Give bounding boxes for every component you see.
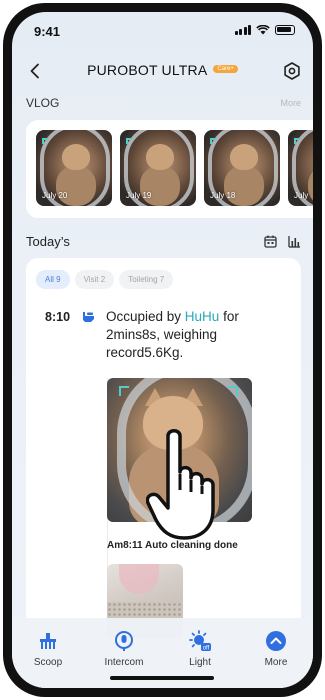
- status-time: 9:41: [34, 24, 61, 39]
- vlog-date: July: [294, 191, 309, 200]
- header: PUROBOT ULTRA Care+: [12, 58, 313, 86]
- vlog-thumbnail[interactable]: July 18: [204, 130, 280, 206]
- filter-chip-all[interactable]: All 9: [36, 270, 70, 289]
- title-wrap: PUROBOT ULTRA Care+: [12, 62, 313, 80]
- page-title: PUROBOT ULTRA: [87, 62, 208, 78]
- calendar-button[interactable]: [264, 235, 277, 248]
- today-card: All 9 Visit 2 Toileting 7 8:10 Occupied …: [26, 258, 301, 638]
- vlog-card: July 20 July 19 July 18 July: [26, 120, 313, 218]
- vlog-thumbnail[interactable]: July 19: [120, 130, 196, 206]
- care-plus-badge: Care+: [213, 64, 238, 73]
- bar-chart-icon: [288, 236, 300, 248]
- vlog-track[interactable]: July 20 July 19 July 18 July: [36, 130, 313, 206]
- vlog-date: July 20: [42, 191, 68, 200]
- vlog-label: VLOG: [26, 96, 60, 110]
- gear-icon: [284, 62, 300, 80]
- svg-text:off: off: [203, 646, 210, 652]
- filter-chip-visit[interactable]: Visit 2: [74, 270, 115, 289]
- microphone-icon: [115, 631, 133, 651]
- occupied-icon: [83, 312, 94, 322]
- nav-more[interactable]: More: [246, 630, 306, 668]
- light-off-icon: off: [189, 630, 211, 652]
- vlog-date: July 18: [210, 191, 236, 200]
- tap-hand-icon: [146, 429, 215, 540]
- event-description: Occupied by HuHu for 2mins8s, weighing r…: [106, 309, 239, 360]
- filter-chips: All 9 Visit 2 Toileting 7: [36, 270, 174, 289]
- home-indicator: [110, 676, 214, 680]
- vlog-more-link[interactable]: More: [280, 98, 301, 108]
- nav-intercom[interactable]: Intercom: [94, 630, 154, 668]
- vlog-thumbnail[interactable]: July 20: [36, 130, 112, 206]
- nav-label: Intercom: [104, 657, 144, 668]
- event-time: 8:10: [45, 310, 71, 324]
- status-icons: [234, 25, 295, 35]
- status-bar: 9:41: [12, 12, 313, 48]
- vlog-date: July 19: [126, 191, 152, 200]
- scoop-icon: [40, 633, 56, 649]
- nav-label: Light: [189, 657, 211, 668]
- statistics-button[interactable]: [288, 235, 301, 248]
- chevron-up-icon: [266, 631, 286, 651]
- today-label: Today’s: [26, 234, 70, 249]
- auto-clean-event: Am8:11 Auto cleaning done: [107, 540, 238, 551]
- nav-label: Scoop: [33, 657, 63, 668]
- calendar-icon: [264, 235, 277, 248]
- nav-light[interactable]: off Light: [170, 630, 230, 668]
- wifi-icon: [256, 25, 270, 35]
- phone-frame: 9:41 PUROBOT ULTRA Care+ VLOG More July …: [3, 3, 322, 697]
- pet-name-link[interactable]: HuHu: [185, 309, 220, 324]
- settings-button[interactable]: [281, 60, 303, 82]
- app-screen: 9:41 PUROBOT ULTRA Care+ VLOG More July …: [12, 12, 313, 688]
- battery-icon: [275, 25, 295, 35]
- nav-label: More: [264, 657, 288, 668]
- vlog-thumbnail[interactable]: July: [288, 130, 313, 206]
- signal-icon: [234, 25, 251, 35]
- nav-scoop[interactable]: Scoop: [18, 630, 78, 668]
- filter-chip-toileting[interactable]: Toileting 7: [119, 270, 174, 289]
